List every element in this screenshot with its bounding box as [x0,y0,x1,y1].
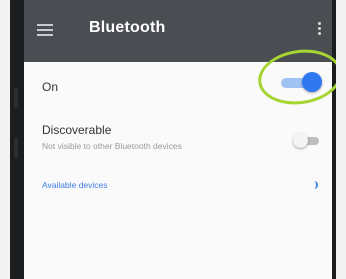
phone-frame: Bluetooth On Discoverable Not visible to… [10,0,336,279]
hamburger-menu-icon[interactable] [37,24,53,36]
phone-screen: Bluetooth On Discoverable Not visible to… [24,0,332,279]
toggle-knob [302,72,322,92]
toggle-knob [293,133,308,148]
side-button [14,88,18,108]
more-vert-icon[interactable] [318,22,322,38]
available-devices-label: Available devices [42,180,108,190]
bluetooth-on-label: On [42,80,59,94]
discoverable-toggle-switch[interactable] [293,133,323,149]
discoverable-row[interactable]: Discoverable Not visible to other Blueto… [24,110,332,175]
screenshot-canvas: Bluetooth On Discoverable Not visible to… [0,0,346,279]
discoverable-title: Discoverable [42,123,112,137]
side-button [14,138,18,158]
available-devices-section: Available devices [24,174,332,279]
app-bar: Bluetooth [24,0,332,62]
bluetooth-toggle-switch[interactable] [281,72,325,94]
page-title: Bluetooth [89,19,166,36]
loading-spinner-icon [310,181,318,189]
discoverable-subtitle: Not visible to other Bluetooth devices [42,141,182,151]
